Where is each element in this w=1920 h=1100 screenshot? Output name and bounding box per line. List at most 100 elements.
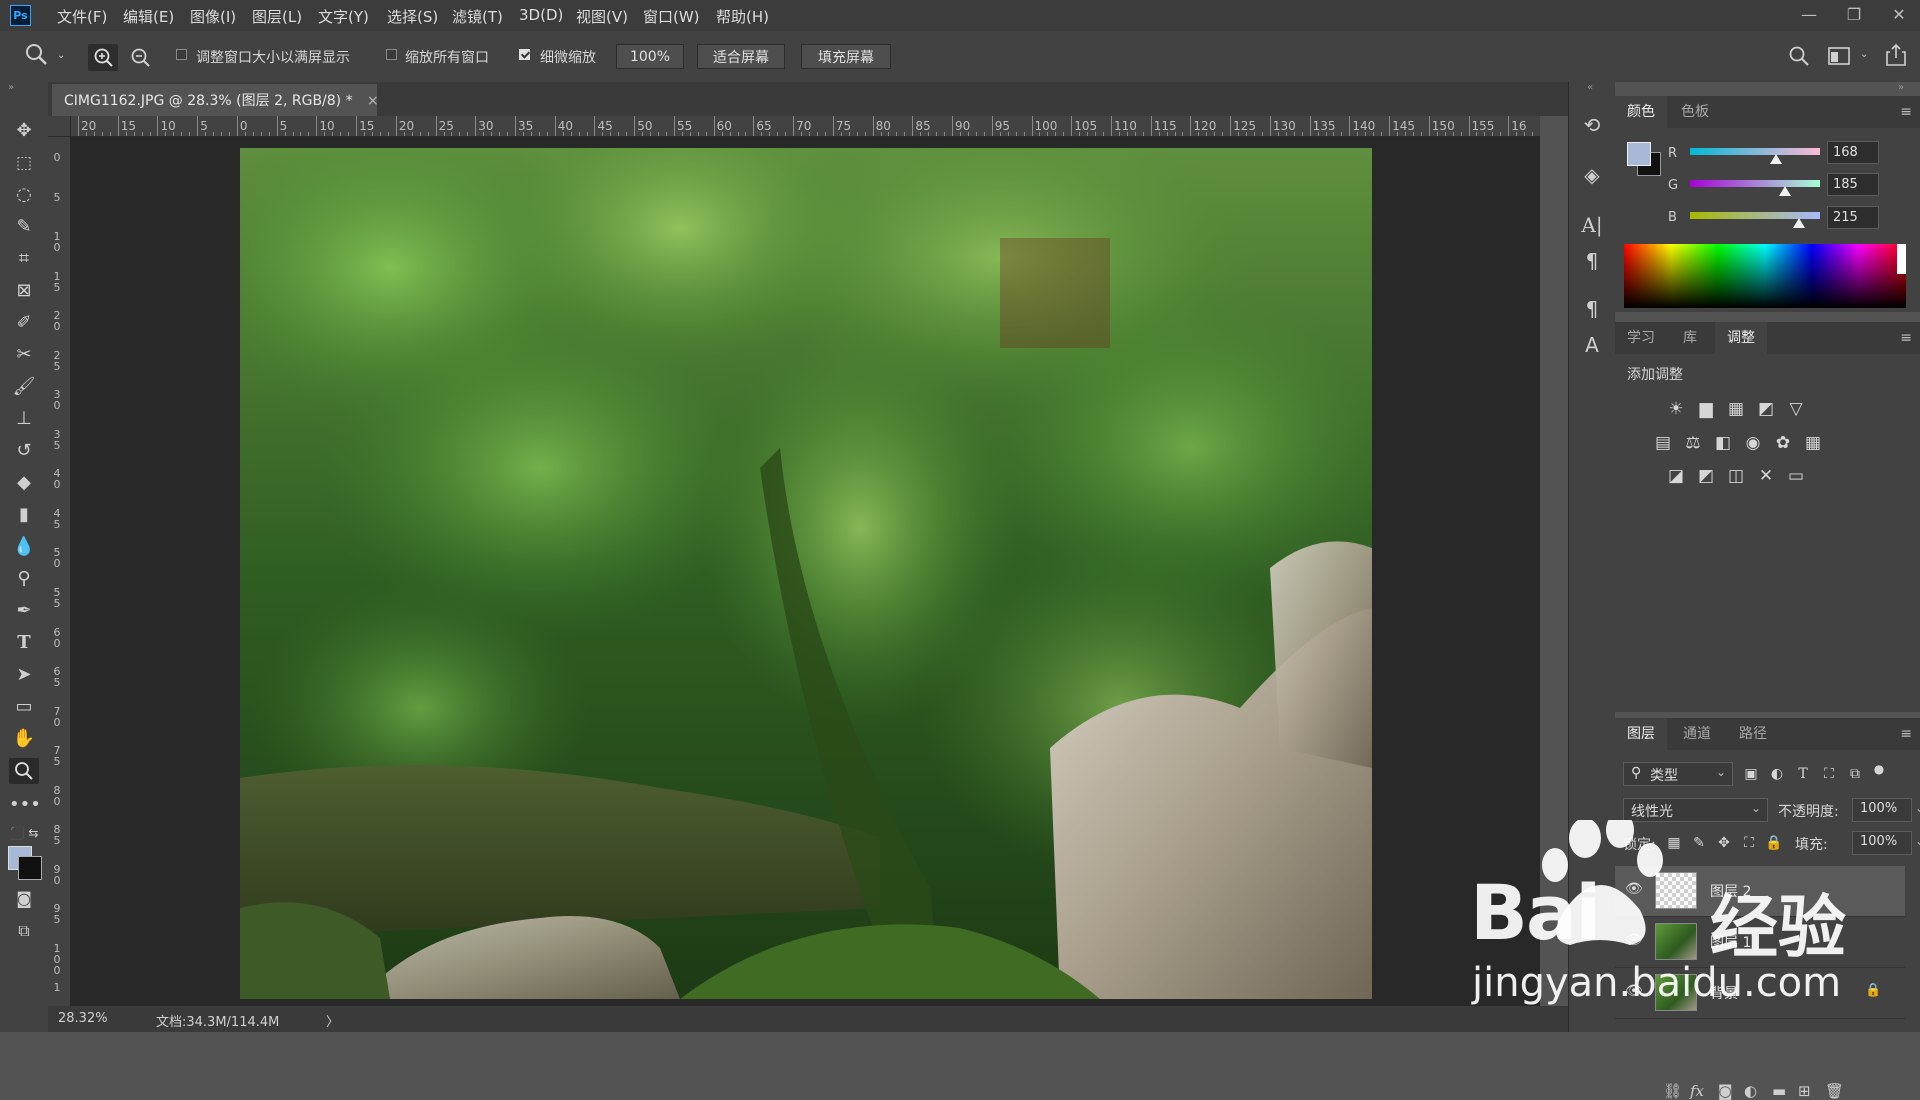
document-canvas-image[interactable] bbox=[240, 148, 1372, 999]
crop-tool-icon[interactable]: ⌗ bbox=[9, 246, 39, 272]
new-layer-icon[interactable]: ⊞ bbox=[1798, 1082, 1811, 1100]
green-slider[interactable] bbox=[1690, 180, 1820, 187]
green-value-input[interactable]: 185 bbox=[1827, 173, 1879, 196]
pen-tool-icon[interactable]: ✒ bbox=[9, 598, 39, 624]
zoom-out-button[interactable] bbox=[125, 44, 155, 71]
more-tools-icon[interactable]: ••• bbox=[9, 792, 41, 818]
tab-color[interactable]: 颜色 bbox=[1615, 96, 1667, 128]
path-select-tool-icon[interactable]: ➤ bbox=[9, 662, 39, 688]
search-icon[interactable] bbox=[1788, 45, 1810, 71]
color-spectrum[interactable] bbox=[1624, 244, 1906, 308]
zoom-tool-icon[interactable] bbox=[24, 42, 48, 72]
photo-filter-icon[interactable]: ◉ bbox=[1742, 432, 1764, 454]
quick-select-tool-icon[interactable]: ✎ bbox=[9, 214, 39, 240]
hue-saturation-icon[interactable]: ▤ bbox=[1652, 432, 1674, 454]
share-icon[interactable] bbox=[1885, 43, 1907, 71]
menu-type[interactable]: 文字(Y) bbox=[318, 6, 369, 27]
menu-select[interactable]: 选择(S) bbox=[387, 6, 438, 27]
ruler-origin[interactable] bbox=[48, 116, 71, 137]
paragraph-panel-icon[interactable]: ¶ bbox=[1577, 246, 1607, 276]
tab-adjustments[interactable]: 调整 bbox=[1715, 322, 1767, 354]
filter-shape-icon[interactable]: ⛶ bbox=[1818, 763, 1840, 785]
tab-channels[interactable]: 通道 bbox=[1671, 718, 1723, 750]
new-group-icon[interactable]: ▬ bbox=[1772, 1082, 1786, 1100]
chevron-down-icon[interactable]: ⌄ bbox=[57, 50, 65, 61]
frame-tool-icon[interactable]: ⊠ bbox=[9, 278, 39, 304]
layer-style-fx-icon[interactable]: fx bbox=[1690, 1082, 1704, 1100]
curves-icon[interactable]: ▦ bbox=[1725, 398, 1747, 420]
hand-tool-icon[interactable]: ✋ bbox=[9, 726, 39, 752]
selective-color-icon[interactable]: ✕ bbox=[1755, 465, 1777, 487]
resize-windows-checkbox[interactable] bbox=[176, 49, 187, 60]
vibrance-icon[interactable]: ▽ bbox=[1785, 398, 1807, 420]
background-color-swatch[interactable] bbox=[18, 856, 42, 880]
close-tab-icon[interactable]: × bbox=[367, 93, 379, 109]
threshold-icon[interactable]: ◫ bbox=[1725, 465, 1747, 487]
workspace-icon[interactable] bbox=[1828, 47, 1850, 69]
color-balance-icon[interactable]: ⚖ bbox=[1682, 432, 1704, 454]
zoom-tool-icon[interactable] bbox=[9, 758, 39, 784]
invert-icon[interactable]: ◪ bbox=[1665, 465, 1687, 487]
screen-mode-icon[interactable]: ⧉ bbox=[9, 918, 39, 944]
brush-tool-icon[interactable]: 🖌 bbox=[9, 374, 39, 400]
blur-tool-icon[interactable]: 💧 bbox=[9, 534, 39, 560]
channel-mixer-icon[interactable]: ✿ bbox=[1772, 432, 1794, 454]
menu-edit[interactable]: 编辑(E) bbox=[123, 6, 174, 27]
zoom-all-checkbox[interactable] bbox=[386, 49, 397, 60]
posterize-icon[interactable]: ◩ bbox=[1695, 465, 1717, 487]
stamp-tool-icon[interactable]: ⊥ bbox=[9, 406, 39, 432]
tab-paths[interactable]: 路径 bbox=[1727, 718, 1779, 750]
delete-layer-icon[interactable]: 🗑 bbox=[1825, 1082, 1844, 1100]
tab-layers[interactable]: 图层 bbox=[1615, 718, 1667, 750]
filter-pixel-icon[interactable]: ▣ bbox=[1740, 763, 1762, 785]
chevron-down-icon[interactable]: ⌄ bbox=[1860, 49, 1868, 60]
tab-learn[interactable]: 学习 bbox=[1615, 322, 1667, 354]
filter-smart-object-icon[interactable]: ⧉ bbox=[1844, 763, 1866, 785]
opacity-input[interactable]: 100% ⌄ bbox=[1852, 798, 1920, 822]
color-lookup-icon[interactable]: ▦ bbox=[1802, 432, 1824, 454]
brightness-contrast-icon[interactable]: ☀ bbox=[1665, 398, 1687, 420]
panel-menu-icon[interactable]: ≡ bbox=[1900, 104, 1912, 120]
zoom-100-button[interactable]: 100% bbox=[616, 44, 684, 69]
adjustment-layer-icon[interactable]: ◐ bbox=[1744, 1082, 1757, 1100]
fill-screen-button[interactable]: 填充屏幕 bbox=[801, 44, 891, 69]
quick-mask-icon[interactable]: ◙ bbox=[9, 886, 39, 912]
gradient-tool-icon[interactable]: ▮ bbox=[9, 502, 39, 528]
type-tool-icon[interactable]: T bbox=[9, 630, 39, 656]
close-window-icon[interactable]: ✕ bbox=[1880, 2, 1918, 28]
character-styles-icon[interactable]: A bbox=[1577, 330, 1607, 360]
collapse-right-icon[interactable]: » bbox=[1898, 82, 1904, 93]
character-panel-icon[interactable]: A| bbox=[1577, 210, 1607, 240]
panel-menu-icon[interactable]: ≡ bbox=[1900, 726, 1912, 742]
eyedropper-tool-icon[interactable]: ✐ bbox=[9, 310, 39, 336]
marquee-tool-icon[interactable]: ⬚ bbox=[9, 150, 39, 176]
menu-3d[interactable]: 3D(D) bbox=[519, 6, 563, 24]
panel-menu-icon[interactable]: ≡ bbox=[1900, 330, 1912, 346]
filter-adjustment-icon[interactable]: ◐ bbox=[1766, 763, 1788, 785]
layer-filter-dropdown[interactable]: ⚲ 类型 ⌄ bbox=[1623, 762, 1733, 786]
menu-filter[interactable]: 滤镜(T) bbox=[452, 6, 503, 27]
dodge-tool-icon[interactable]: ⚲ bbox=[9, 566, 39, 592]
zoom-in-button[interactable] bbox=[88, 44, 118, 71]
scrubby-zoom-checkbox[interactable] bbox=[519, 49, 530, 60]
status-arrow-icon[interactable]: 〉 bbox=[326, 1011, 339, 1030]
fit-screen-button[interactable]: 适合屏幕 bbox=[697, 44, 785, 69]
status-zoom[interactable]: 28.32% bbox=[58, 1011, 108, 1026]
history-brush-tool-icon[interactable]: ↺ bbox=[9, 438, 39, 464]
menu-layer[interactable]: 图层(L) bbox=[252, 6, 302, 27]
color-spectrum-white[interactable] bbox=[1897, 244, 1906, 274]
black-white-icon[interactable]: ◧ bbox=[1712, 432, 1734, 454]
add-mask-icon[interactable]: ◙ bbox=[1718, 1082, 1733, 1100]
blend-mode-dropdown[interactable]: 线性光 ⌄ bbox=[1623, 798, 1768, 822]
filter-type-icon[interactable]: T bbox=[1792, 763, 1814, 785]
menu-window[interactable]: 窗口(W) bbox=[643, 6, 700, 27]
collapse-toolbar-icon[interactable]: » bbox=[8, 82, 14, 93]
document-tab[interactable]: CIMG1162.JPG @ 28.3% (图层 2, RGB/8) * × bbox=[52, 84, 379, 116]
blue-slider-thumb[interactable] bbox=[1793, 218, 1806, 228]
tab-swatches[interactable]: 色板 bbox=[1669, 96, 1721, 128]
move-tool-icon[interactable]: ✥ bbox=[9, 118, 39, 144]
red-value-input[interactable]: 168 bbox=[1827, 141, 1879, 164]
paragraph-styles-icon[interactable]: ¶ bbox=[1577, 294, 1607, 324]
exposure-icon[interactable]: ◩ bbox=[1755, 398, 1777, 420]
collapse-panels-icon[interactable]: « bbox=[1587, 82, 1593, 93]
